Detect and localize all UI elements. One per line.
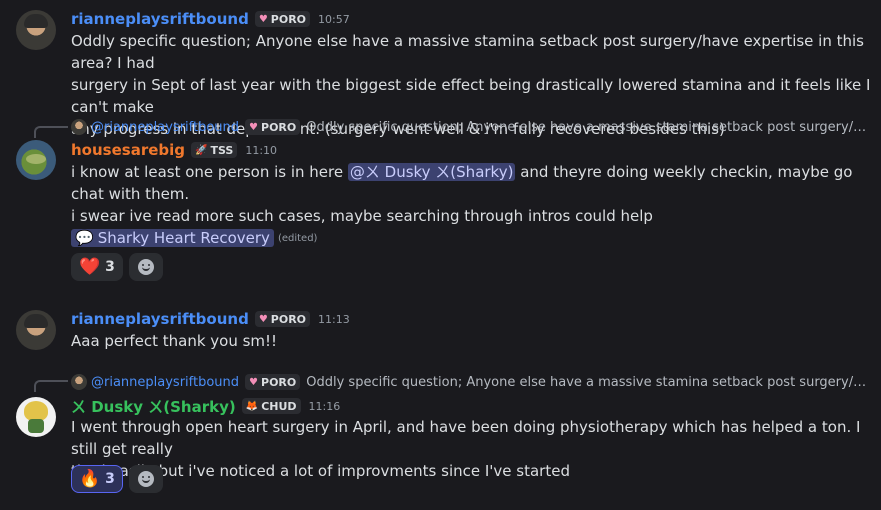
timestamp[interactable]: 10:57: [318, 13, 350, 26]
timestamp[interactable]: 11:13: [318, 313, 350, 326]
edited-label: (edited): [277, 232, 318, 244]
username[interactable]: ㄨ Dusky ㄨ(Sharky): [71, 396, 236, 417]
avatar[interactable]: [16, 310, 56, 350]
channel-link[interactable]: 💬 Sharky Heart Recovery: [71, 229, 274, 247]
message-content: I went through open heart surgery in Apr…: [71, 416, 871, 482]
avatar[interactable]: [16, 397, 56, 437]
message-text: i know at least one person is in here: [71, 163, 348, 181]
timestamp[interactable]: 11:16: [309, 400, 341, 413]
server-tag[interactable]: 🦊 CHUD: [241, 398, 301, 414]
server-tag-label: PORO: [270, 312, 307, 326]
heart-icon: ♥: [249, 376, 259, 388]
timestamp[interactable]: 11:10: [245, 144, 277, 157]
reaction-count: 3: [105, 259, 115, 275]
server-tag-label: PORO: [270, 12, 307, 26]
heart-icon: ♥: [258, 313, 268, 325]
avatar[interactable]: [16, 140, 56, 180]
avatar[interactable]: [16, 10, 56, 50]
add-reaction-button[interactable]: [128, 465, 163, 493]
username[interactable]: housesarebig: [71, 141, 185, 159]
message-header: rianneplaysriftbound ♥ PORO 11:13: [71, 308, 350, 330]
message-header: housesarebig 🚀 TSS 11:10: [71, 139, 277, 161]
server-tag: ♥ PORO: [245, 119, 301, 135]
server-tag[interactable]: ♥ PORO: [254, 11, 311, 27]
server-tag-label: TSS: [210, 143, 234, 157]
channel-name: Sharky Heart Recovery: [97, 229, 270, 247]
message-line: i swear ive read more such cases, maybe …: [71, 207, 653, 225]
username[interactable]: rianneplaysriftbound: [71, 310, 249, 328]
reaction-count: 3: [105, 471, 115, 487]
heart-icon: ♥: [258, 13, 268, 25]
user-mention[interactable]: @ㄨ Dusky ㄨ(Sharky): [347, 163, 516, 181]
reply-author[interactable]: @rianneplaysriftbound: [91, 375, 239, 390]
server-tag[interactable]: ♥ PORO: [254, 311, 311, 327]
reaction-heart[interactable]: ❤️ 3: [71, 253, 123, 281]
reaction-fire[interactable]: 🔥 3: [71, 465, 123, 493]
reactions: 🔥 3: [71, 465, 163, 495]
message: @rianneplaysriftbound ♥ PORO Oddly specif…: [0, 364, 881, 510]
message-header: ㄨ Dusky ㄨ(Sharky) 🦊 CHUD 11:16: [71, 395, 340, 417]
avatar: [71, 374, 87, 390]
server-tag: ♥ PORO: [245, 374, 301, 390]
reply-text: Oddly specific question; Anyone else hav…: [306, 374, 871, 390]
heart-icon: ♥: [249, 121, 259, 133]
message-content: Aaa perfect thank you sm!!: [71, 330, 871, 352]
smile-icon: [137, 471, 154, 487]
reply-author[interactable]: @rianneplaysriftbound: [91, 120, 239, 135]
fire-emoji-icon: 🔥: [79, 469, 101, 489]
username[interactable]: rianneplaysriftbound: [71, 10, 249, 28]
reply-preview[interactable]: @rianneplaysriftbound ♥ PORO Oddly specif…: [71, 373, 871, 391]
message-header: rianneplaysriftbound ♥ PORO 10:57: [71, 8, 350, 30]
message-line: i know at least one person is in here @ㄨ…: [71, 161, 871, 205]
reply-spine: [34, 126, 68, 138]
message: rianneplaysriftbound ♥ PORO 11:13 Aaa per…: [0, 300, 881, 360]
server-tag-label: PORO: [261, 375, 297, 389]
channel-link-row: 💬 Sharky Heart Recovery (edited): [71, 227, 317, 249]
server-tag-label: CHUD: [261, 399, 297, 413]
message: @rianneplaysriftbound ♥ PORO Oddly specif…: [0, 110, 881, 290]
message-content: i know at least one person is in here @ㄨ…: [71, 161, 871, 227]
server-tag[interactable]: 🚀 TSS: [191, 142, 238, 158]
reply-text: Oddly specific question; Anyone else hav…: [306, 119, 871, 135]
message-line: Aaa perfect thank you sm!!: [71, 332, 278, 350]
message-line: I went through open heart surgery in Apr…: [71, 418, 861, 458]
smile-icon: [137, 259, 154, 275]
reply-preview[interactable]: @rianneplaysriftbound ♥ PORO Oddly specif…: [71, 118, 871, 136]
thread-icon: 💬: [75, 229, 94, 247]
message-line: tired easily but i've noticed a lot of i…: [71, 462, 570, 480]
reactions: ❤️ 3: [71, 253, 163, 283]
rocket-icon: 🚀: [195, 144, 208, 156]
server-tag-label: PORO: [261, 120, 297, 134]
heart-emoji-icon: ❤️: [79, 257, 101, 277]
reply-spine: [34, 380, 68, 392]
add-reaction-button[interactable]: [128, 253, 163, 281]
avatar: [71, 119, 87, 135]
message-line: Oddly specific question; Anyone else hav…: [71, 32, 864, 72]
message: rianneplaysriftbound ♥ PORO 10:57 Oddly s…: [0, 0, 881, 138]
fox-icon: 🦊: [245, 400, 259, 412]
